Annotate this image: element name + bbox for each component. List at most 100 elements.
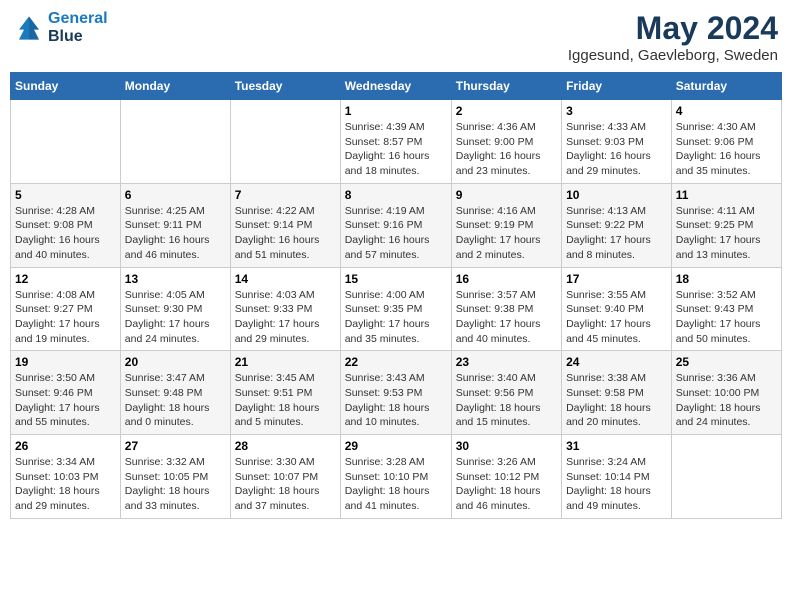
- calendar-cell: 27 Sunrise: 3:32 AM Sunset: 10:05 PM Dayl…: [120, 435, 230, 519]
- calendar-cell: 17 Sunrise: 3:55 AM Sunset: 9:40 PM Dayli…: [562, 267, 672, 351]
- day-number: 19: [15, 355, 116, 369]
- day-header-sunday: Sunday: [11, 73, 121, 100]
- calendar-cell: 15 Sunrise: 4:00 AM Sunset: 9:35 PM Dayli…: [340, 267, 451, 351]
- day-info: Sunrise: 4:16 AM Sunset: 9:19 PM Dayligh…: [456, 204, 557, 263]
- day-number: 8: [345, 188, 447, 202]
- calendar-cell: 10 Sunrise: 4:13 AM Sunset: 9:22 PM Dayli…: [562, 183, 672, 267]
- day-info: Sunrise: 4:13 AM Sunset: 9:22 PM Dayligh…: [566, 204, 667, 263]
- day-info: Sunrise: 3:57 AM Sunset: 9:38 PM Dayligh…: [456, 288, 557, 347]
- day-info: Sunrise: 4:03 AM Sunset: 9:33 PM Dayligh…: [235, 288, 336, 347]
- calendar-cell: 1 Sunrise: 4:39 AM Sunset: 8:57 PM Daylig…: [340, 100, 451, 184]
- calendar-cell: 31 Sunrise: 3:24 AM Sunset: 10:14 PM Dayl…: [562, 435, 672, 519]
- calendar-cell: 11Sunrise: 4:11 AM Sunset: 9:25 PM Dayli…: [671, 183, 781, 267]
- day-info: Sunrise: 3:43 AM Sunset: 9:53 PM Dayligh…: [345, 371, 447, 430]
- day-info: Sunrise: 3:26 AM Sunset: 10:12 PM Daylig…: [456, 455, 557, 514]
- calendar-cell: [671, 435, 781, 519]
- calendar-cell: 8 Sunrise: 4:19 AM Sunset: 9:16 PM Daylig…: [340, 183, 451, 267]
- calendar-cell: 4 Sunrise: 4:30 AM Sunset: 9:06 PM Daylig…: [671, 100, 781, 184]
- calendar-cell: [120, 100, 230, 184]
- day-number: 29: [345, 439, 447, 453]
- day-info: Sunrise: 3:28 AM Sunset: 10:10 PM Daylig…: [345, 455, 447, 514]
- logo: General Blue: [14, 10, 108, 45]
- day-number: 17: [566, 272, 667, 286]
- day-number: 13: [125, 272, 226, 286]
- day-info: Sunrise: 4:25 AM Sunset: 9:11 PM Dayligh…: [125, 204, 226, 263]
- day-number: 24: [566, 355, 667, 369]
- calendar-cell: 28Sunrise: 3:30 AM Sunset: 10:07 PM Dayl…: [230, 435, 340, 519]
- day-number: 6: [125, 188, 226, 202]
- calendar-cell: 9 Sunrise: 4:16 AM Sunset: 9:19 PM Daylig…: [451, 183, 561, 267]
- calendar-week-row: 1 Sunrise: 4:39 AM Sunset: 8:57 PM Daylig…: [11, 100, 782, 184]
- day-number: 31: [566, 439, 667, 453]
- day-number: 12: [15, 272, 116, 286]
- day-info: Sunrise: 4:30 AM Sunset: 9:06 PM Dayligh…: [676, 120, 777, 179]
- calendar-cell: 25 Sunrise: 3:36 AM Sunset: 10:00 PM Dayl…: [671, 351, 781, 435]
- day-number: 15: [345, 272, 447, 286]
- day-header-saturday: Saturday: [671, 73, 781, 100]
- day-number: 4: [676, 104, 777, 118]
- calendar-cell: 3 Sunrise: 4:33 AM Sunset: 9:03 PM Daylig…: [562, 100, 672, 184]
- calendar-cell: [11, 100, 121, 184]
- calendar-cell: 6 Sunrise: 4:25 AM Sunset: 9:11 PM Daylig…: [120, 183, 230, 267]
- day-info: Sunrise: 3:32 AM Sunset: 10:05 PM Daylig…: [125, 455, 226, 514]
- day-info: Sunrise: 4:19 AM Sunset: 9:16 PM Dayligh…: [345, 204, 447, 263]
- day-info: Sunrise: 3:34 AM Sunset: 10:03 PM Daylig…: [15, 455, 116, 514]
- day-number: 23: [456, 355, 557, 369]
- day-number: 27: [125, 439, 226, 453]
- day-info: Sunrise: 3:50 AM Sunset: 9:46 PM Dayligh…: [15, 371, 116, 430]
- title-section: May 2024 Iggesund, Gaevleborg, Sweden: [568, 10, 778, 64]
- day-header-friday: Friday: [562, 73, 672, 100]
- page-header: General Blue May 2024 Iggesund, Gaevlebo…: [10, 10, 782, 64]
- day-number: 3: [566, 104, 667, 118]
- day-number: 21: [235, 355, 336, 369]
- day-info: Sunrise: 4:22 AM Sunset: 9:14 PM Dayligh…: [235, 204, 336, 263]
- calendar-cell: 20Sunrise: 3:47 AM Sunset: 9:48 PM Dayli…: [120, 351, 230, 435]
- calendar-cell: 5Sunrise: 4:28 AM Sunset: 9:08 PM Daylig…: [11, 183, 121, 267]
- calendar-week-row: 12 Sunrise: 4:08 AM Sunset: 9:27 PM Dayli…: [11, 267, 782, 351]
- day-info: Sunrise: 4:39 AM Sunset: 8:57 PM Dayligh…: [345, 120, 447, 179]
- calendar-cell: 18 Sunrise: 3:52 AM Sunset: 9:43 PM Dayli…: [671, 267, 781, 351]
- calendar-cell: 16Sunrise: 3:57 AM Sunset: 9:38 PM Dayli…: [451, 267, 561, 351]
- day-number: 30: [456, 439, 557, 453]
- calendar-week-row: 19 Sunrise: 3:50 AM Sunset: 9:46 PM Dayli…: [11, 351, 782, 435]
- day-info: Sunrise: 3:40 AM Sunset: 9:56 PM Dayligh…: [456, 371, 557, 430]
- day-number: 2: [456, 104, 557, 118]
- day-header-monday: Monday: [120, 73, 230, 100]
- day-number: 10: [566, 188, 667, 202]
- calendar-cell: 24 Sunrise: 3:38 AM Sunset: 9:58 PM Dayli…: [562, 351, 672, 435]
- day-header-thursday: Thursday: [451, 73, 561, 100]
- day-number: 1: [345, 104, 447, 118]
- day-info: Sunrise: 4:00 AM Sunset: 9:35 PM Dayligh…: [345, 288, 447, 347]
- location: Iggesund, Gaevleborg, Sweden: [568, 47, 778, 64]
- calendar-cell: 2 Sunrise: 4:36 AM Sunset: 9:00 PM Daylig…: [451, 100, 561, 184]
- calendar-cell: 19 Sunrise: 3:50 AM Sunset: 9:46 PM Dayli…: [11, 351, 121, 435]
- day-info: Sunrise: 3:52 AM Sunset: 9:43 PM Dayligh…: [676, 288, 777, 347]
- day-info: Sunrise: 3:55 AM Sunset: 9:40 PM Dayligh…: [566, 288, 667, 347]
- calendar-cell: 23 Sunrise: 3:40 AM Sunset: 9:56 PM Dayli…: [451, 351, 561, 435]
- calendar-cell: 26 Sunrise: 3:34 AM Sunset: 10:03 PM Dayl…: [11, 435, 121, 519]
- day-number: 18: [676, 272, 777, 286]
- calendar-cell: 12 Sunrise: 4:08 AM Sunset: 9:27 PM Dayli…: [11, 267, 121, 351]
- calendar-week-row: 26 Sunrise: 3:34 AM Sunset: 10:03 PM Dayl…: [11, 435, 782, 519]
- day-number: 22: [345, 355, 447, 369]
- day-number: 25: [676, 355, 777, 369]
- calendar-cell: 30 Sunrise: 3:26 AM Sunset: 10:12 PM Dayl…: [451, 435, 561, 519]
- day-info: Sunrise: 4:36 AM Sunset: 9:00 PM Dayligh…: [456, 120, 557, 179]
- calendar-cell: 22 Sunrise: 3:43 AM Sunset: 9:53 PM Dayli…: [340, 351, 451, 435]
- calendar-header-row: SundayMondayTuesdayWednesdayThursdayFrid…: [11, 73, 782, 100]
- day-info: Sunrise: 4:05 AM Sunset: 9:30 PM Dayligh…: [125, 288, 226, 347]
- day-info: Sunrise: 4:33 AM Sunset: 9:03 PM Dayligh…: [566, 120, 667, 179]
- calendar: SundayMondayTuesdayWednesdayThursdayFrid…: [10, 72, 782, 519]
- day-info: Sunrise: 3:36 AM Sunset: 10:00 PM Daylig…: [676, 371, 777, 430]
- calendar-cell: [230, 100, 340, 184]
- day-info: Sunrise: 4:08 AM Sunset: 9:27 PM Dayligh…: [15, 288, 116, 347]
- day-number: 9: [456, 188, 557, 202]
- calendar-cell: 7 Sunrise: 4:22 AM Sunset: 9:14 PM Daylig…: [230, 183, 340, 267]
- day-number: 7: [235, 188, 336, 202]
- day-number: 5: [15, 188, 116, 202]
- day-number: 26: [15, 439, 116, 453]
- day-info: Sunrise: 3:38 AM Sunset: 9:58 PM Dayligh…: [566, 371, 667, 430]
- month-title: May 2024: [568, 10, 778, 47]
- calendar-cell: 21Sunrise: 3:45 AM Sunset: 9:51 PM Dayli…: [230, 351, 340, 435]
- day-info: Sunrise: 3:24 AM Sunset: 10:14 PM Daylig…: [566, 455, 667, 514]
